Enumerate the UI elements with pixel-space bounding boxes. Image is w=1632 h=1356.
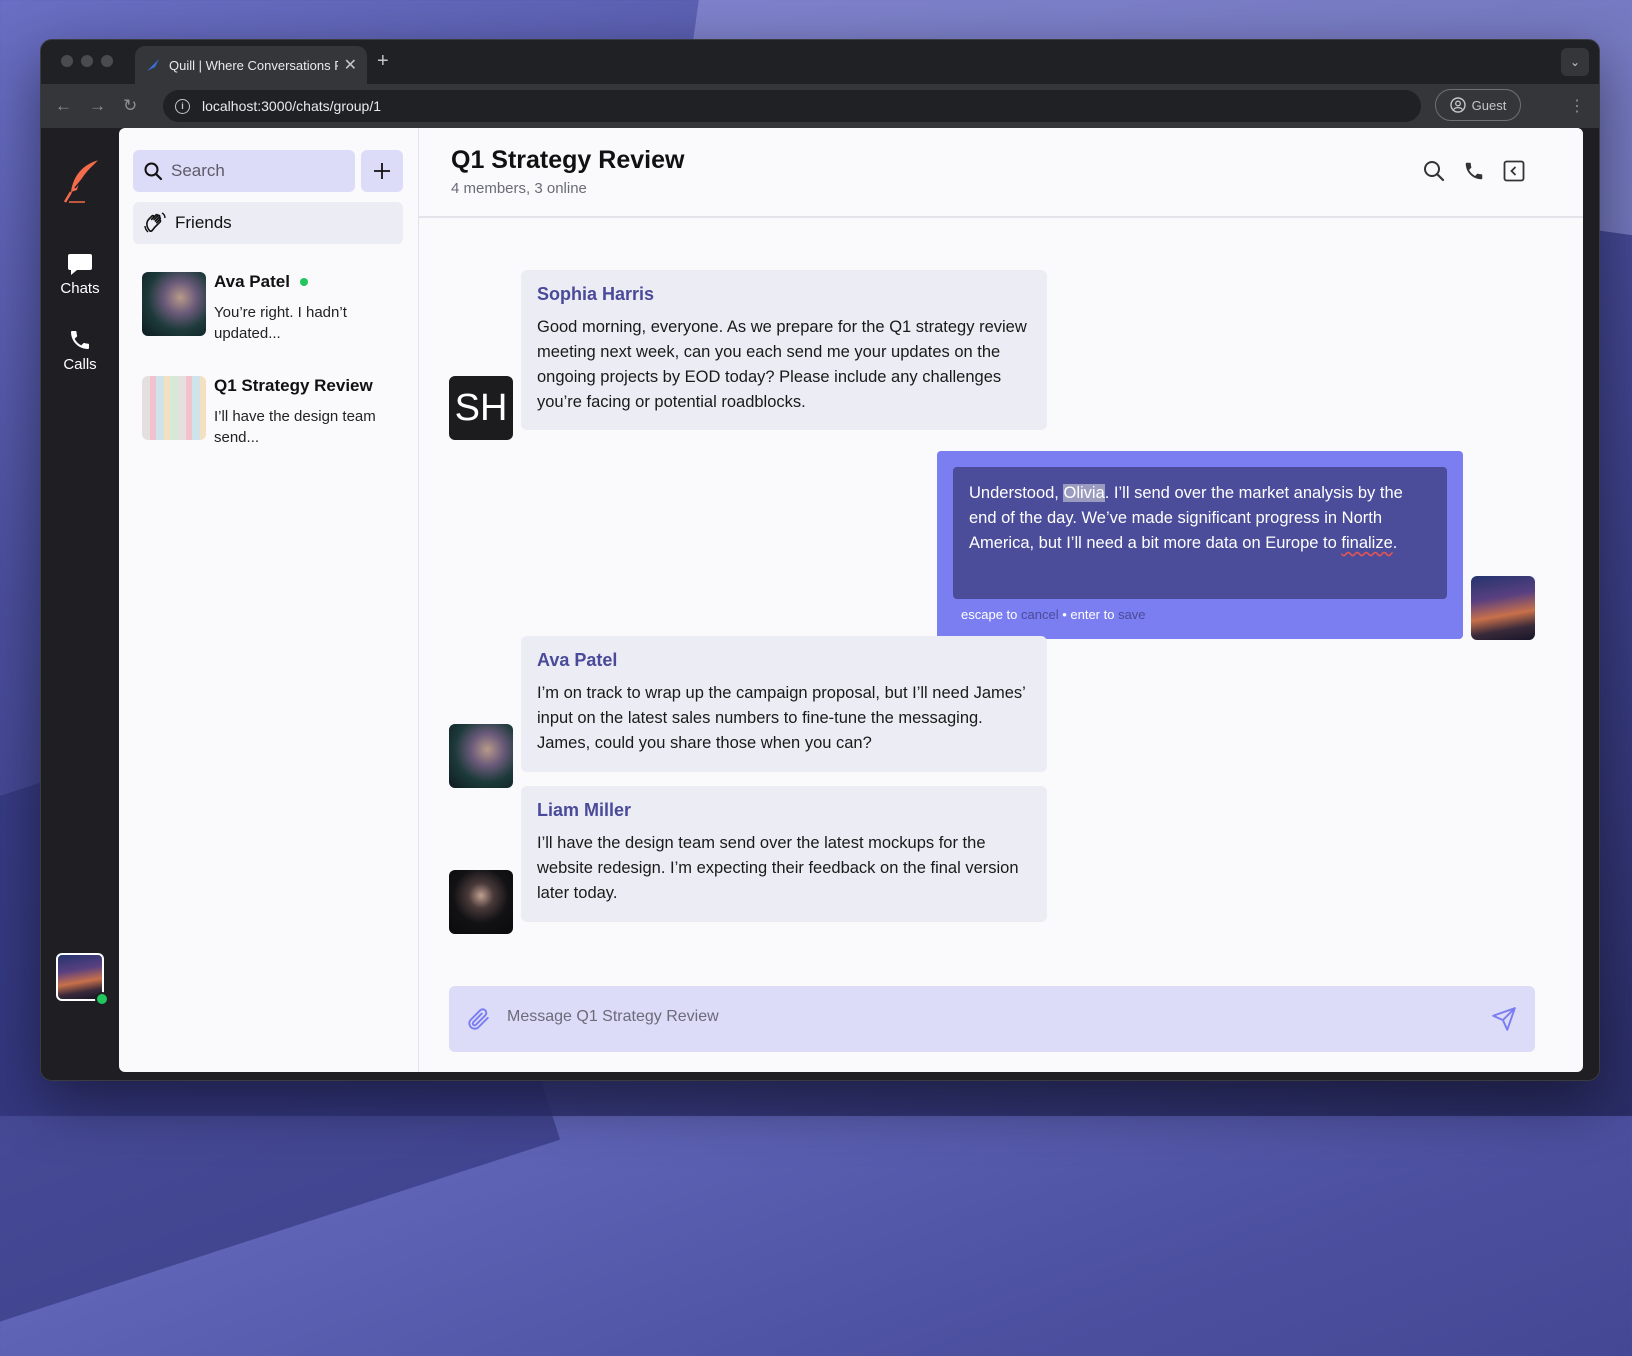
conversation-name: Q1 Strategy Review <box>214 376 373 395</box>
chat-title: Q1 Strategy Review <box>451 146 685 174</box>
new-tab-icon[interactable]: + <box>377 50 389 73</box>
site-info-icon[interactable]: i <box>175 98 190 114</box>
rail-item-label: Chats <box>60 280 100 297</box>
message-bubble: Liam Miller I’ll have the design team se… <box>521 786 1047 922</box>
waving-hand-icon <box>144 212 166 233</box>
chat-header: Q1 Strategy Review 4 members, 3 online <box>419 128 1583 218</box>
message-composer[interactable]: Message Q1 Strategy Review <box>449 986 1535 1052</box>
back-arrow-icon[interactable]: ← <box>55 96 72 116</box>
quill-favicon-icon <box>147 59 159 71</box>
profile-button[interactable]: Guest <box>1435 89 1521 121</box>
forward-arrow-icon[interactable]: → <box>89 96 106 116</box>
browser-tab[interactable]: Quill | Where Conversations F ✕ <box>135 46 367 84</box>
rail-item-calls[interactable]: Calls <box>41 328 119 373</box>
conversation-item[interactable]: Q1 Strategy Review I’ll have the design … <box>142 376 402 446</box>
message-text: I’ll have the design team send over the … <box>537 834 1019 902</box>
tab-bar: Quill | Where Conversations F ✕ + ⌄ <box>41 40 1599 84</box>
message-sender: Liam Miller <box>537 800 632 820</box>
phone-icon[interactable] <box>1463 160 1485 182</box>
message-sender: Sophia Harris <box>537 284 655 304</box>
online-status-dot <box>299 278 308 286</box>
cancel-link[interactable]: cancel <box>1021 607 1059 622</box>
search-input[interactable]: Search <box>133 150 355 192</box>
tab-title: Quill | Where Conversations F <box>169 57 338 73</box>
rail-item-label: Calls <box>63 356 97 373</box>
browser-menu-icon[interactable]: ⋮ <box>1569 96 1585 116</box>
rail-item-chats[interactable]: Chats <box>41 252 119 297</box>
selected-text: Olivia <box>1063 484 1105 502</box>
avatar <box>142 376 206 440</box>
message-text: Good morning, everyone. As we prepare fo… <box>537 318 1027 411</box>
message-bubble: Sophia Harris Good morning, everyone. As… <box>521 270 1047 430</box>
address-bar[interactable]: i localhost:3000/chats/group/1 <box>163 90 1421 122</box>
conversation-name: Ava Patel <box>214 272 308 292</box>
user-circle-icon <box>1449 97 1466 113</box>
plus-icon <box>374 163 390 179</box>
url-text: localhost:3000/chats/group/1 <box>202 98 382 114</box>
quill-feather-icon[interactable] <box>63 158 103 204</box>
paperclip-icon[interactable] <box>465 1006 491 1032</box>
avatar <box>1471 576 1535 640</box>
conversation-item[interactable]: Ava Patel You’re right. I hadn’t updated… <box>142 272 402 342</box>
avatar <box>449 724 513 788</box>
browser-toolbar: ← → ↻ i localhost:3000/chats/group/1 Gue… <box>41 84 1599 128</box>
quill-app: Chats Calls Search Friends Ava Patel You… <box>41 128 1599 1080</box>
chat-bubble-icon <box>68 254 92 275</box>
chat-view: Q1 Strategy Review 4 members, 3 online S… <box>419 128 1583 1072</box>
online-status-dot <box>95 992 109 1006</box>
profile-label: Guest <box>1471 97 1507 113</box>
app-panel: Search Friends Ava Patel You’re right. I… <box>119 128 1583 1072</box>
friends-button[interactable]: Friends <box>133 202 403 244</box>
message-input-placeholder: Message Q1 Strategy Review <box>507 1008 719 1025</box>
reload-icon[interactable]: ↻ <box>123 96 137 116</box>
search-icon[interactable] <box>1423 160 1445 182</box>
message-edit-input[interactable]: Understood, Olivia. I’ll send over the m… <box>953 467 1447 599</box>
new-chat-button[interactable] <box>361 150 403 192</box>
search-placeholder: Search <box>171 161 225 180</box>
message-edit-box: Understood, Olivia. I’ll send over the m… <box>937 451 1463 639</box>
collapse-panel-icon[interactable] <box>1503 160 1525 182</box>
avatar <box>449 870 513 934</box>
message-text: I’m on track to wrap up the campaign pro… <box>537 684 1026 752</box>
nav-rail: Chats Calls <box>41 128 119 1080</box>
message-bubble: Ava Patel I’m on track to wrap up the ca… <box>521 636 1047 772</box>
message-sender: Ava Patel <box>537 650 618 670</box>
conversation-sidebar: Search Friends Ava Patel You’re right. I… <box>119 128 419 1072</box>
browser-window: Quill | Where Conversations F ✕ + ⌄ ← → … <box>40 39 1600 1081</box>
send-icon[interactable] <box>1491 1006 1517 1032</box>
chat-member-count: 4 members, 3 online <box>451 180 587 197</box>
search-icon <box>144 162 163 181</box>
conversation-preview: I’ll have the design team send... <box>214 408 376 446</box>
save-link[interactable]: save <box>1118 607 1145 622</box>
edit-hint: escape to cancel • enter to save <box>961 607 1146 622</box>
avatar <box>142 272 206 336</box>
close-tab-icon[interactable]: ✕ <box>344 55 357 75</box>
phone-icon <box>71 331 89 349</box>
conversation-preview: You’re right. I hadn’t updated... <box>214 304 347 342</box>
window-controls[interactable] <box>61 55 113 67</box>
misspelled-word: finalize <box>1341 534 1393 552</box>
avatar: SH <box>449 376 513 440</box>
friends-label: Friends <box>175 213 232 232</box>
tab-search-chevron-icon[interactable]: ⌄ <box>1561 48 1589 76</box>
